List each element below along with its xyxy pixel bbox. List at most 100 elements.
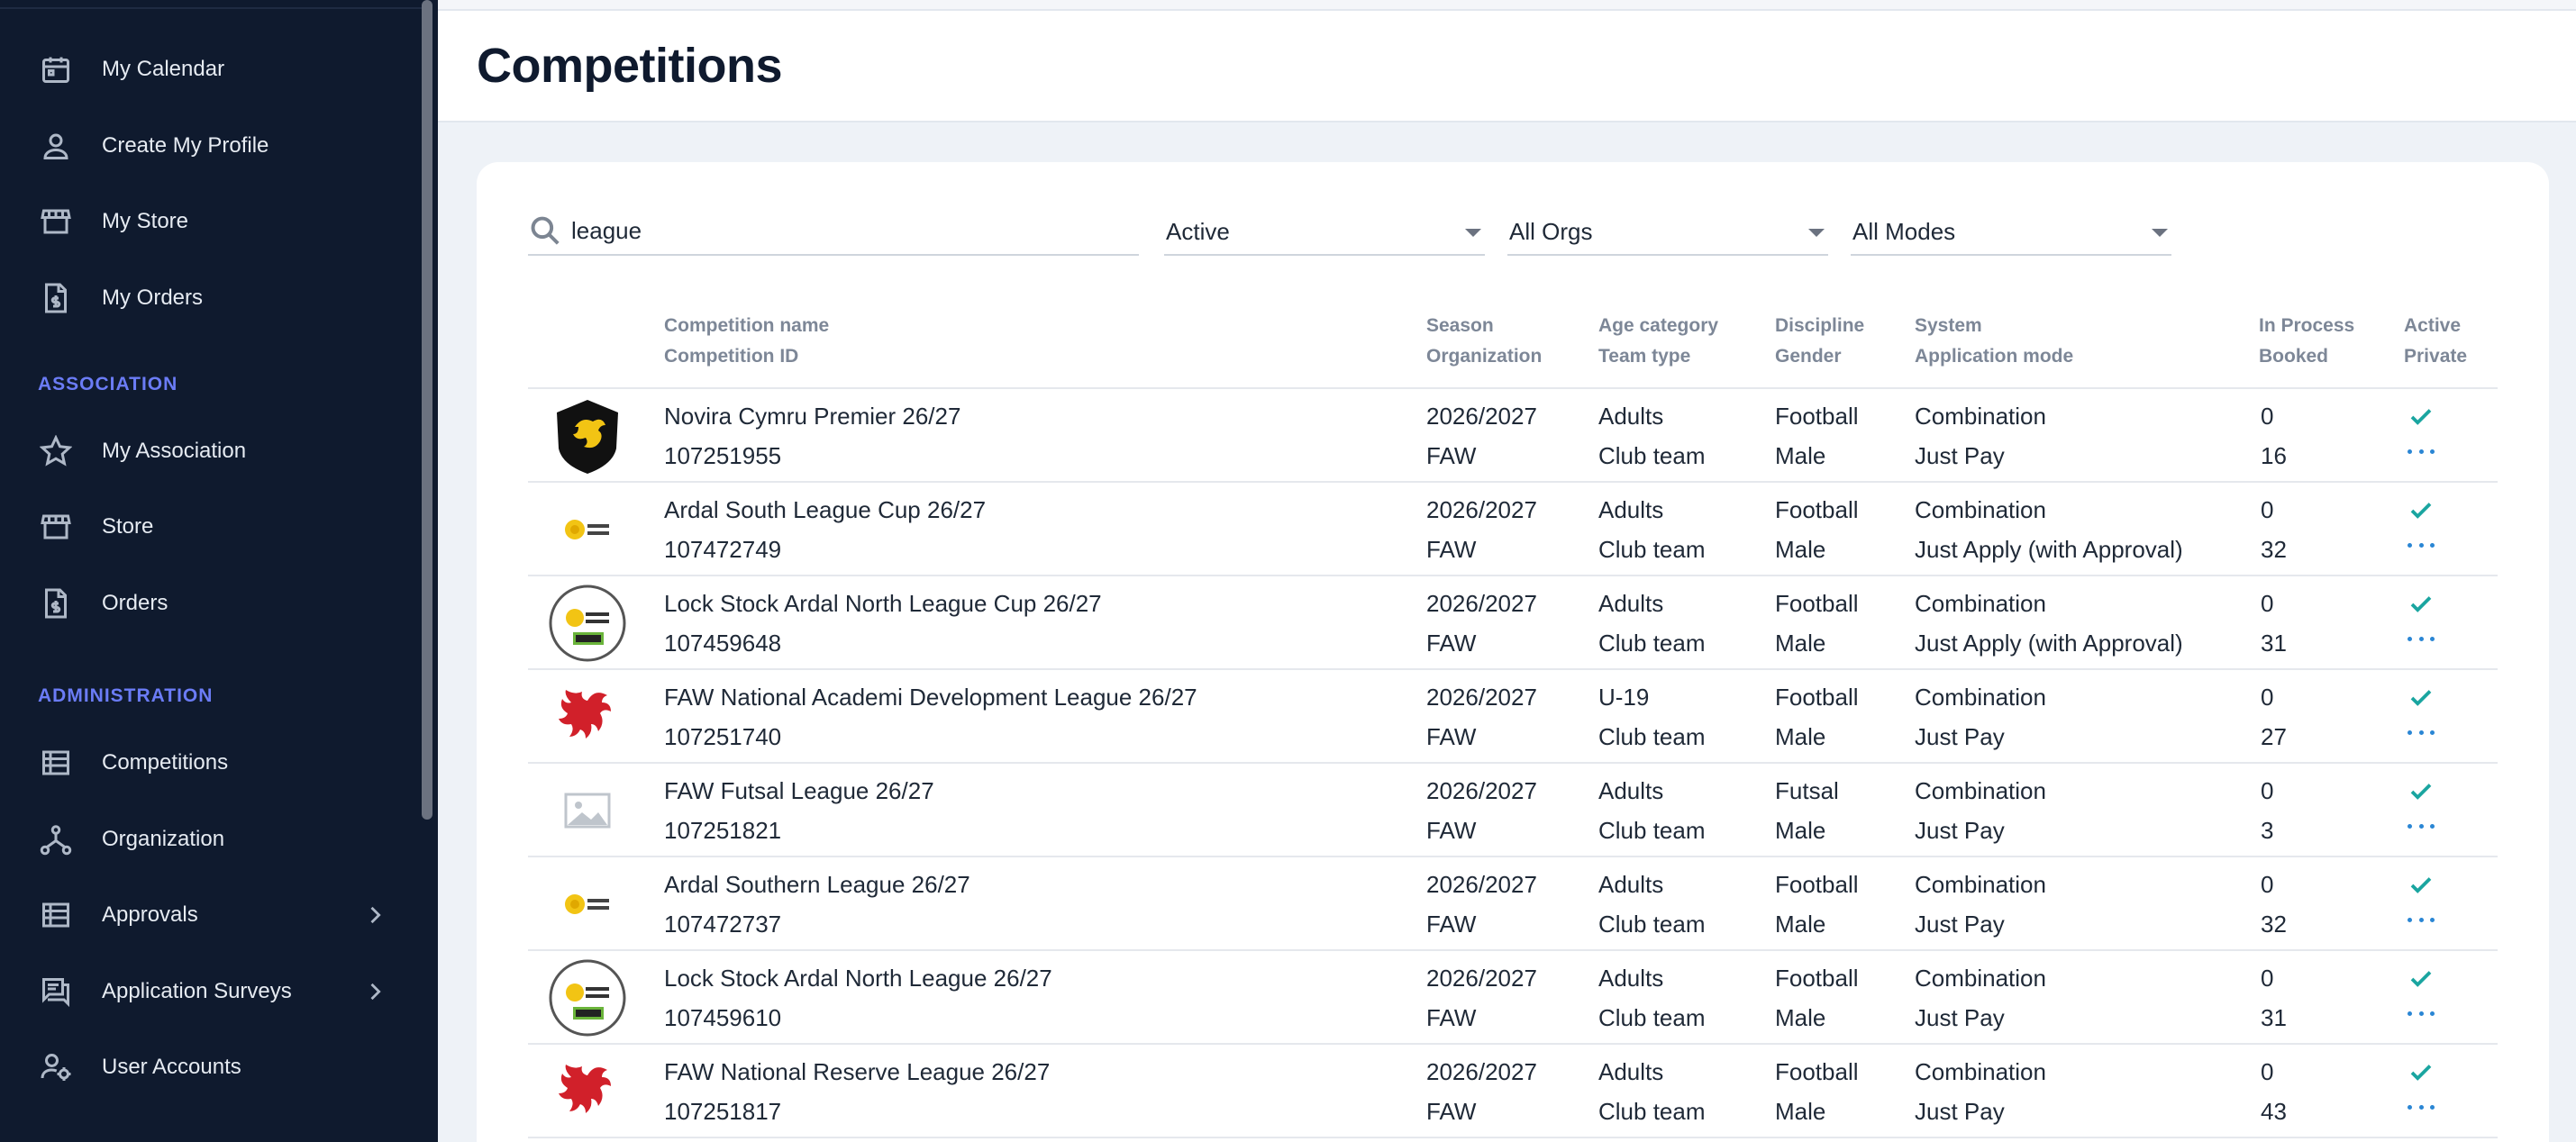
team-type: Club team: [1598, 442, 1706, 469]
table-row[interactable]: FAW National Reserve League 26/27 1072518…: [528, 1045, 2498, 1138]
more-options-icon[interactable]: [2408, 531, 2435, 558]
team-type: Club team: [1598, 1004, 1706, 1031]
list-icon: [39, 898, 73, 932]
chat-icon: [39, 974, 73, 1009]
age-category: U-19: [1598, 684, 1650, 711]
competition-name[interactable]: Ardal Southern League 26/27: [664, 865, 970, 904]
chevron-right-icon[interactable]: [362, 902, 387, 928]
application-mode: Just Pay: [1915, 911, 2005, 938]
table-row[interactable]: Ardal Southern League 26/27 107472737 2026…: [528, 857, 2498, 951]
status-select[interactable]: Active: [1164, 207, 1485, 256]
sidebar-scrollbar[interactable]: [422, 0, 432, 820]
table-row[interactable]: Novira Cymru Premier 26/27 107251955 2026/…: [528, 389, 2498, 483]
sidebar-item-label: Orders: [102, 591, 168, 615]
sidebar-item-organization[interactable]: Organization: [0, 807, 414, 872]
competition-name[interactable]: Lock Stock Ardal North League Cup 26/27: [664, 584, 1102, 623]
competition-id: 107472749: [664, 536, 782, 563]
column-header-label: Gender: [1775, 346, 1842, 367]
application-mode: Just Pay: [1915, 1004, 2005, 1031]
more-options-icon[interactable]: [2408, 1093, 2435, 1120]
column-header-name[interactable]: Competition name Competition ID: [664, 311, 829, 372]
list-icon: [39, 746, 73, 780]
table-row[interactable]: Lock Stock Ardal North League Cup 26/27 1…: [528, 576, 2498, 670]
organization: FAW: [1426, 630, 1477, 657]
competition-id: 107251821: [664, 817, 782, 844]
competition-logo: [548, 396, 627, 476]
sidebar-item-application-surveys[interactable]: Application Surveys: [0, 959, 414, 1024]
sidebar-item-user-accounts[interactable]: User Accounts: [0, 1035, 414, 1100]
competition-logo: [548, 771, 627, 850]
competition-name[interactable]: FAW National Academi Development League …: [664, 677, 1197, 717]
sidebar-item-my-calendar[interactable]: My Calendar: [0, 37, 414, 102]
sidebar-item-competitions[interactable]: Competitions: [0, 730, 414, 795]
application-mode: Just Pay: [1915, 723, 2005, 750]
sidebar-item-approvals[interactable]: Approvals: [0, 883, 414, 947]
page-title: Competitions: [477, 39, 783, 93]
sidebar-item-label: My Association: [102, 439, 247, 463]
modes-select-value: All Modes: [1852, 218, 1956, 245]
column-header-active[interactable]: Active Private: [2404, 311, 2467, 372]
more-options-icon[interactable]: [2408, 625, 2435, 652]
column-header-label: Discipline: [1775, 315, 1865, 336]
orgs-select[interactable]: All Orgs: [1507, 207, 1828, 256]
booked-count: 32: [2261, 536, 2287, 563]
team-type: Club team: [1598, 630, 1706, 657]
discipline: Football: [1775, 684, 1859, 711]
season: 2026/2027: [1426, 1058, 1537, 1085]
sidebar: My Calendar Create My Profile My Store M…: [0, 0, 438, 1142]
organization: FAW: [1426, 1098, 1477, 1125]
table-row[interactable]: FAW National Academi Development League …: [528, 670, 2498, 764]
hierarchy-icon: [39, 822, 73, 856]
sidebar-item-label: Store: [102, 514, 154, 539]
column-header-age[interactable]: Age category Team type: [1598, 311, 1718, 372]
system: Combination: [1915, 403, 2046, 430]
competition-id: 107472737: [664, 911, 782, 938]
column-header-discipline[interactable]: Discipline Gender: [1775, 311, 1864, 372]
column-header-season[interactable]: Season Organization: [1426, 311, 1542, 372]
gender: Male: [1775, 723, 1826, 750]
more-options-icon[interactable]: [2408, 1000, 2435, 1027]
table-row[interactable]: Ardal South League Cup 26/27 107472749 202…: [528, 483, 2498, 576]
search-box[interactable]: [528, 207, 1139, 256]
gender: Male: [1775, 1098, 1826, 1125]
season: 2026/2027: [1426, 590, 1537, 617]
competition-logo: [548, 865, 627, 944]
modes-select[interactable]: All Modes: [1851, 207, 2171, 256]
season: 2026/2027: [1426, 496, 1537, 523]
search-input[interactable]: [571, 216, 1112, 245]
column-header-label: Active: [2404, 315, 2462, 336]
competition-name[interactable]: FAW National Reserve League 26/27: [664, 1052, 1050, 1092]
user-gear-icon: [39, 1050, 73, 1084]
sidebar-item-my-orders[interactable]: My Orders: [0, 266, 414, 331]
column-header-label: Booked: [2259, 346, 2329, 367]
column-header-in-process[interactable]: In Process Booked: [2259, 311, 2354, 372]
sidebar-item-my-association[interactable]: My Association: [0, 419, 414, 484]
team-type: Club team: [1598, 536, 1706, 563]
gender: Male: [1775, 630, 1826, 657]
season: 2026/2027: [1426, 684, 1537, 711]
competition-name[interactable]: Novira Cymru Premier 26/27: [664, 396, 960, 436]
column-header-system[interactable]: System Application mode: [1915, 311, 2073, 372]
sidebar-item-store[interactable]: Store: [0, 494, 414, 559]
sidebar-item-create-my-profile[interactable]: Create My Profile: [0, 113, 414, 178]
more-options-icon[interactable]: [2408, 438, 2435, 465]
caret-down-icon: [1465, 229, 1481, 237]
chevron-right-icon[interactable]: [362, 979, 387, 1004]
competition-name[interactable]: FAW Futsal League 26/27: [664, 771, 934, 811]
booked-count: 27: [2261, 723, 2287, 750]
competition-name[interactable]: Lock Stock Ardal North League 26/27: [664, 958, 1052, 998]
sidebar-item-my-store[interactable]: My Store: [0, 189, 414, 254]
sidebar-item-orders[interactable]: Orders: [0, 571, 414, 636]
more-options-icon[interactable]: [2408, 906, 2435, 933]
more-options-icon[interactable]: [2408, 719, 2435, 746]
sidebar-item-label: My Calendar: [102, 57, 225, 81]
column-header-label: Competition ID: [664, 346, 799, 367]
application-mode: Just Pay: [1915, 1098, 2005, 1125]
more-options-icon[interactable]: [2408, 812, 2435, 839]
competition-name[interactable]: Ardal South League Cup 26/27: [664, 490, 986, 530]
discipline: Football: [1775, 496, 1859, 523]
status-select-value: Active: [1166, 218, 1230, 245]
table-row[interactable]: FAW Futsal League 26/27 107251821 2026/202…: [528, 764, 2498, 857]
table-row[interactable]: Lock Stock Ardal North League 26/27 10745…: [528, 951, 2498, 1045]
organization: FAW: [1426, 723, 1477, 750]
